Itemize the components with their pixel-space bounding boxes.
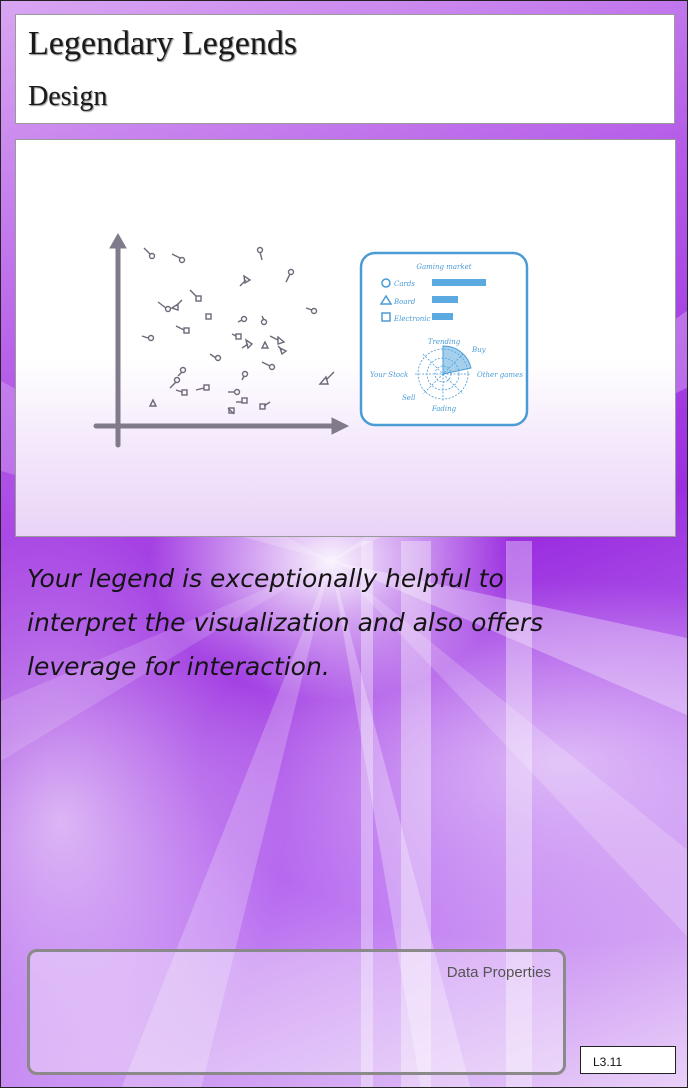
- radar-label-bottom: Fading: [431, 405, 457, 413]
- glyph-square: [236, 397, 248, 404]
- legend-title: Gaming market: [416, 263, 471, 271]
- glyph-circle: [241, 370, 249, 381]
- glyph-circle: [305, 307, 318, 315]
- radar-label-left: Your Stock: [370, 371, 408, 379]
- glyph-circle: [260, 315, 268, 326]
- scatter-plot: [93, 232, 350, 448]
- legend-bar-electronic: [432, 313, 453, 320]
- legend-bar-board: [432, 296, 458, 303]
- glyph-circle: [143, 247, 156, 260]
- glyph-square: [259, 401, 271, 410]
- glyph-square: [195, 384, 210, 391]
- glyph-circle: [237, 315, 248, 323]
- glyph-square: [189, 289, 202, 302]
- glyph-triangle: [170, 299, 183, 311]
- x-axis-arrow: [331, 417, 350, 435]
- glyph-circle: [157, 301, 172, 313]
- card-description: Your legend is exceptionally helpful to …: [27, 564, 544, 681]
- glyph-square: [231, 333, 242, 340]
- header-box: Legendary Legends Design: [15, 14, 675, 124]
- radar-label-top-right: Buy: [471, 346, 487, 354]
- card-code: L3.11: [580, 1046, 676, 1074]
- card-title: Legendary Legends: [28, 25, 298, 62]
- legend-label-board: Board: [393, 298, 416, 306]
- glyph-circle: [285, 268, 295, 283]
- glyph-circle: [177, 366, 187, 377]
- glyph-circle: [228, 388, 241, 396]
- data-properties-label: Data Properties: [446, 964, 551, 981]
- glyph-square: [205, 313, 212, 320]
- glyph-square: [227, 407, 235, 415]
- card-category: Design: [28, 81, 108, 112]
- glyph-triangle: [260, 340, 270, 349]
- glyph-circle: [169, 376, 181, 389]
- card-code-text: L3.11: [593, 1055, 623, 1069]
- glyph-square: [175, 325, 190, 334]
- legend-label-cards: Cards: [394, 280, 415, 288]
- card: Legendary Legends Design Gaming market C…: [0, 0, 688, 1088]
- glyph-triangle: [239, 274, 252, 287]
- glyph-triangle: [148, 398, 158, 407]
- glyph-circle: [261, 361, 276, 371]
- glyph-triangle: [269, 335, 286, 345]
- glyph-circle: [171, 253, 186, 264]
- glyph-circle: [256, 246, 264, 261]
- radar-label-bottom-left: Sell: [402, 394, 415, 402]
- glyph-square: [175, 389, 188, 396]
- glyph-circle: [209, 353, 222, 362]
- data-properties-box: Data Properties: [27, 949, 566, 1075]
- y-axis-arrow: [109, 232, 127, 249]
- legend-card: Gaming market Cards Board Electronic Tre…: [359, 251, 529, 427]
- scatter-glyphs: [141, 246, 335, 415]
- illustration: Gaming market Cards Board Electronic Tre…: [93, 232, 529, 448]
- legend-label-electronic: Electronic: [393, 315, 431, 323]
- radar-label-right: Other games: [477, 371, 523, 379]
- radar-label-top: Trending: [428, 338, 461, 346]
- glyph-triangle: [277, 345, 288, 356]
- glyph-triangle: [241, 338, 254, 350]
- glyph-triangle: [318, 371, 335, 385]
- glyph-circle: [141, 334, 155, 342]
- illustration-panel: Gaming market Cards Board Electronic Tre…: [15, 139, 676, 537]
- legend-bar-cards: [432, 279, 486, 286]
